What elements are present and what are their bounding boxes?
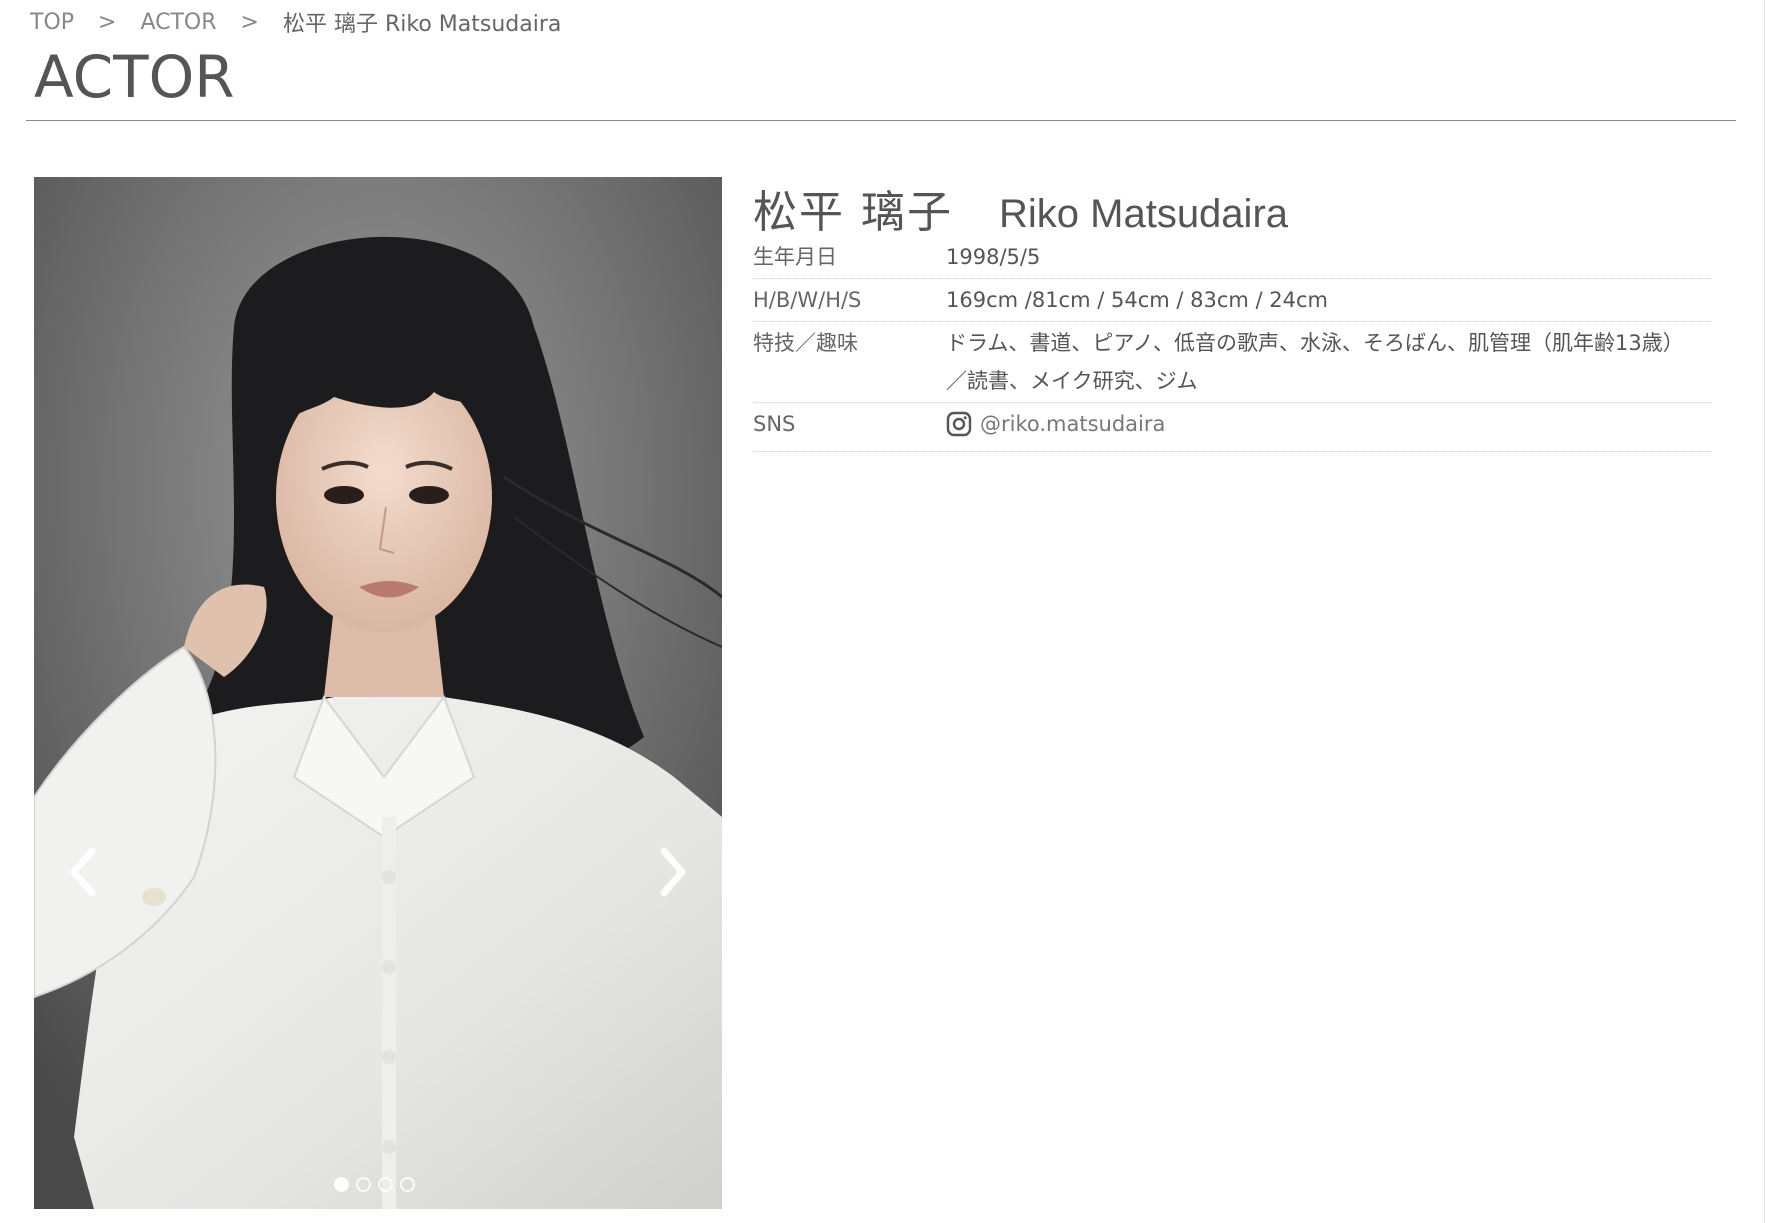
actor-name-english: Riko Matsudaira — [999, 192, 1289, 236]
profile-row-sns: SNS @riko.matsudaira — [753, 403, 1711, 452]
breadcrumb-actor-link[interactable]: ACTOR — [140, 10, 216, 35]
profile-info: 松平 璃子 Riko Matsudaira 生年月日 1998/5/5 H/B/… — [753, 176, 1711, 452]
row-value: @riko.matsudaira — [946, 405, 1711, 449]
breadcrumb-top-link[interactable]: TOP — [30, 10, 74, 35]
chevron-left-icon — [70, 847, 96, 897]
row-label: 生年月日 — [753, 245, 837, 269]
chevron-right-icon — [660, 847, 686, 897]
carousel-dot[interactable] — [334, 1177, 349, 1192]
row-value: ドラム、書道、ピアノ、低音の歌声、水泳、そろばん、肌管理（肌年齢13歳） ／読書… — [946, 324, 1711, 400]
breadcrumb-separator: > — [98, 9, 117, 35]
instagram-link[interactable]: @riko.matsudaira — [946, 405, 1165, 443]
profile-photo — [34, 177, 722, 1209]
row-label: SNS — [753, 412, 796, 436]
carousel-prev-button[interactable] — [58, 837, 108, 907]
profile-row-birthday: 生年月日 1998/5/5 — [753, 236, 1711, 279]
page-right-border — [1764, 0, 1765, 1223]
carousel-dot[interactable] — [400, 1177, 415, 1192]
page-title: ACTOR — [34, 43, 235, 111]
breadcrumb-separator: > — [240, 9, 259, 35]
title-divider — [26, 120, 1736, 121]
breadcrumb-current: 松平 璃子 Riko Matsudaira — [282, 12, 562, 37]
carousel-pagination — [334, 1177, 415, 1192]
row-label: 特技／趣味 — [753, 331, 858, 355]
row-label: H/B/W/H/S — [753, 288, 862, 312]
instagram-icon — [946, 411, 972, 437]
actor-name-japanese: 松平 璃子 — [753, 187, 953, 238]
instagram-handle: @riko.matsudaira — [980, 412, 1166, 436]
skills-line: ／読書、メイク研究、ジム — [946, 369, 1198, 393]
carousel-dot[interactable] — [356, 1177, 371, 1192]
photo-carousel[interactable] — [34, 177, 722, 1209]
row-value: 169cm /81cm / 54cm / 83cm / 24cm — [946, 288, 1329, 312]
carousel-next-button[interactable] — [648, 837, 698, 907]
breadcrumb: TOP > ACTOR > 松平 璃子 Riko Matsudaira — [30, 6, 561, 38]
skills-line: ドラム、書道、ピアノ、低音の歌声、水泳、そろばん、肌管理（肌年齢13歳） — [946, 331, 1684, 355]
profile-row-skills: 特技／趣味 ドラム、書道、ピアノ、低音の歌声、水泳、そろばん、肌管理（肌年齢13… — [753, 322, 1711, 403]
actor-name-heading: 松平 璃子 Riko Matsudaira — [753, 176, 1711, 238]
profile-row-measurements: H/B/W/H/S 169cm /81cm / 54cm / 83cm / 24… — [753, 279, 1711, 322]
row-value: 1998/5/5 — [946, 245, 1041, 269]
carousel-dot[interactable] — [378, 1177, 393, 1192]
